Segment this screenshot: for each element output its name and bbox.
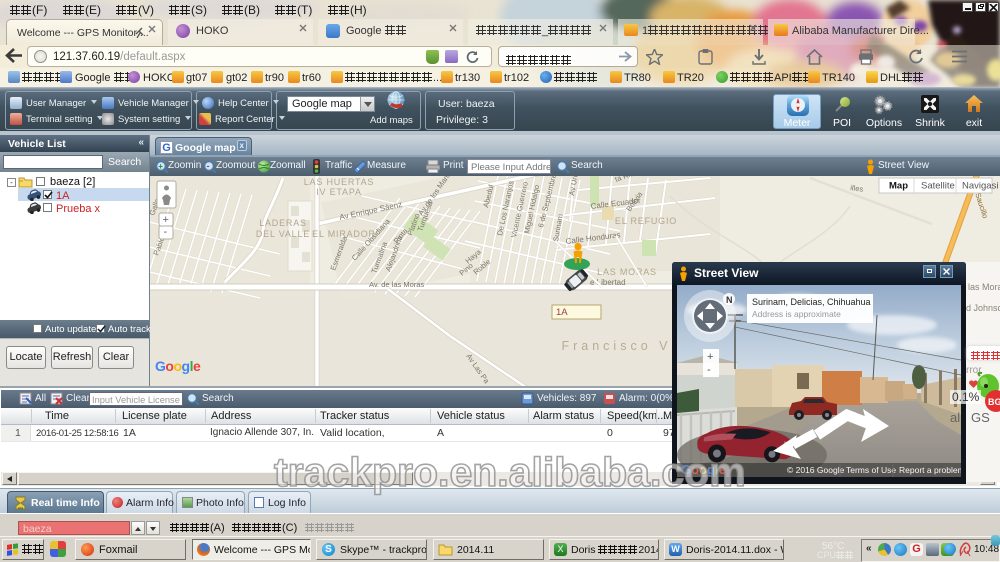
svg-text:-: - xyxy=(164,226,168,238)
svg-text:+: + xyxy=(163,214,169,226)
svg-text:LAS MORAS: LAS MORAS xyxy=(597,267,657,277)
svg-text:-: - xyxy=(207,161,210,171)
svg-text:LAS HUERTAS: LAS HUERTAS xyxy=(304,177,375,187)
svg-text:N: N xyxy=(726,295,733,305)
svg-text:DEL VALLE: DEL VALLE xyxy=(256,229,310,239)
svg-text:Address is approximate: Address is approximate xyxy=(752,309,841,319)
svg-text:Av. de las Moras: Av. de las Moras xyxy=(369,280,424,289)
svg-text:Google: Google xyxy=(155,358,201,374)
svg-text:Map: Map xyxy=(889,181,908,192)
svg-text:1A: 1A xyxy=(556,307,568,318)
svg-text:+: + xyxy=(707,351,713,363)
svg-text:illes: illes xyxy=(850,183,864,194)
svg-text:-: - xyxy=(707,364,711,376)
svg-text:Satellite: Satellite xyxy=(921,181,955,192)
svg-text:Surinam, Delicias, Chihuahua: Surinam, Delicias, Chihuahua xyxy=(752,297,871,307)
svg-text:BG: BG xyxy=(988,397,1000,407)
svg-text:IV ETAPA: IV ETAPA xyxy=(316,187,362,197)
svg-text:LADERAS: LADERAS xyxy=(259,218,307,228)
svg-text:EL REFUGIO: EL REFUGIO xyxy=(615,216,677,226)
svg-text:Navigasi: Navigasi xyxy=(962,181,998,192)
svg-text:+: + xyxy=(158,162,163,171)
